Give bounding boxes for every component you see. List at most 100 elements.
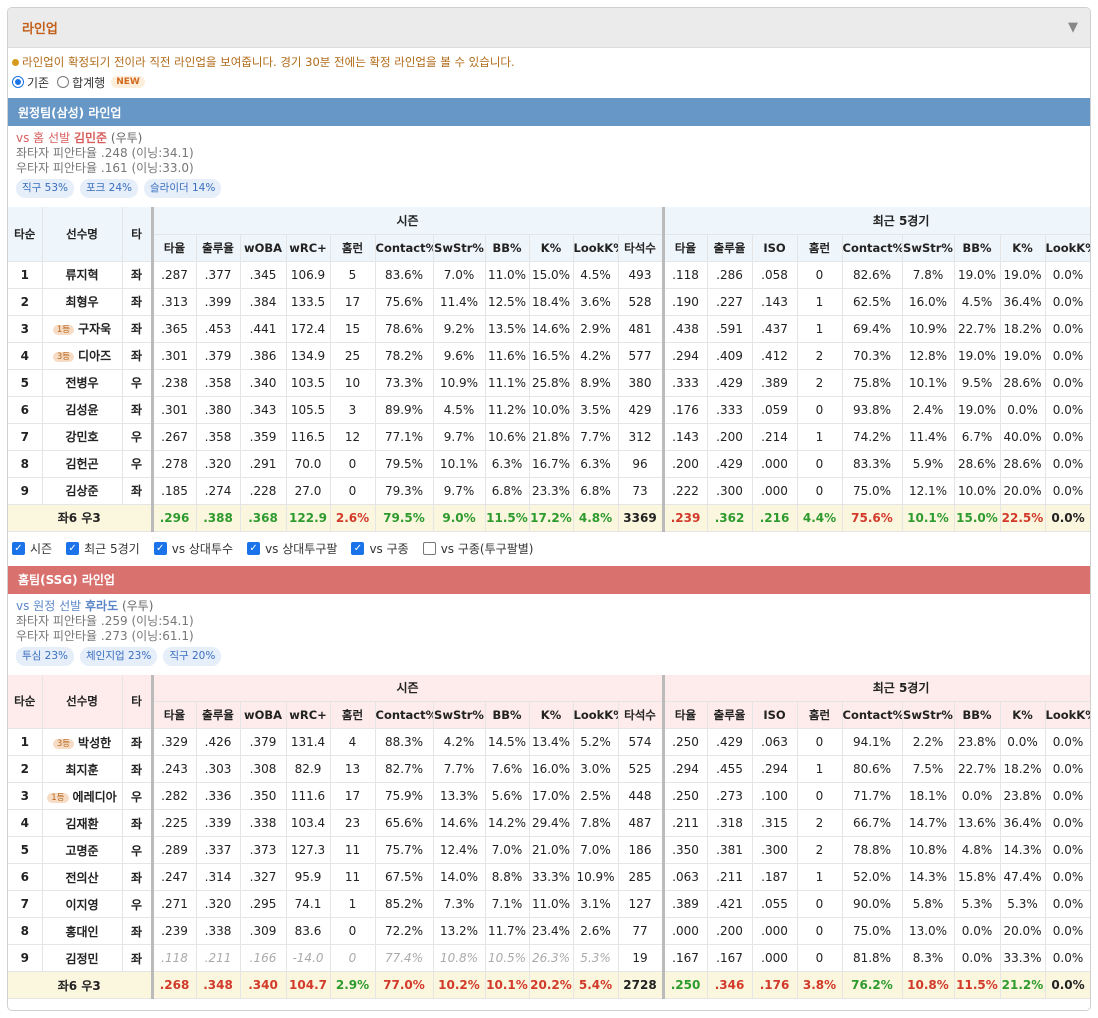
col-recent-stat[interactable]: 출루율 <box>707 701 753 729</box>
player-name[interactable]: 전병우 <box>65 376 98 390</box>
col-season-stat[interactable]: 출루율 <box>196 701 241 729</box>
player-name[interactable]: 김재환 <box>65 817 98 831</box>
player-name-cell[interactable]: 김헌곤 <box>42 450 123 478</box>
player-name[interactable]: 에레디아 <box>73 790 117 804</box>
player-name[interactable]: 김성윤 <box>65 403 98 417</box>
filter-checkbox[interactable]: ✓ vs 상대투수 <box>153 540 233 557</box>
opp-pitcher-name[interactable]: 김민준 <box>74 131 107 145</box>
checkbox-checked-icon[interactable]: ✓ <box>66 542 80 555</box>
col-recent-stat[interactable]: BB% <box>954 234 1001 262</box>
player-name[interactable]: 김헌곤 <box>65 457 98 471</box>
col-recent-stat[interactable]: ISO <box>752 701 798 729</box>
col-recent-stat[interactable]: 홈런 <box>797 701 843 729</box>
player-name[interactable]: 고명준 <box>65 844 98 858</box>
radio-sum-icon[interactable] <box>57 76 70 88</box>
player-name[interactable]: 홍대인 <box>65 925 98 939</box>
col-recent-stat[interactable]: BB% <box>954 701 1001 729</box>
table-row: 1 류지혁 좌 .287.377.345 106.9 5 83.6% 7.0% 11.0% 15.… <box>8 261 1090 289</box>
col-recent-stat[interactable]: K% <box>1000 701 1046 729</box>
player-name-cell[interactable]: 1등 구자욱 <box>42 315 123 343</box>
col-recent-stat[interactable]: Contact% <box>842 701 903 729</box>
player-name-cell[interactable]: 김상준 <box>42 477 123 505</box>
col-season-stat[interactable]: BB% <box>485 701 530 729</box>
player-name-cell[interactable]: 김정민 <box>42 944 123 972</box>
opp-prefix: vs 홈 선발 <box>16 131 71 145</box>
player-name-cell[interactable]: 3등 박성한 <box>42 728 123 756</box>
lineup-header[interactable]: 라인업 ▼ <box>8 8 1090 48</box>
col-recent-stat[interactable]: K% <box>1000 234 1046 262</box>
filter-checkbox[interactable]: ✓ 최근 5경기 <box>66 540 140 557</box>
player-name[interactable]: 김상준 <box>65 484 98 498</box>
filter-checkbox[interactable]: ✓ vs 상대투구팔 <box>247 540 337 557</box>
col-recent-stat[interactable]: 홈런 <box>797 234 843 262</box>
filter-checkbox[interactable]: vs 구종(투구팔별) <box>422 540 533 557</box>
col-season-stat[interactable]: wRC+ <box>286 234 331 262</box>
recent-stat-cell: .318 <box>707 809 753 837</box>
col-season-stat[interactable]: 타석수 <box>618 234 665 262</box>
filter-checkbox[interactable]: ✓ vs 구종 <box>351 540 409 557</box>
col-recent-stat[interactable]: 타율 <box>663 234 708 262</box>
player-name-cell[interactable]: 1등 에레디아 <box>42 782 123 810</box>
player-name[interactable]: 구자욱 <box>78 322 111 336</box>
player-name-cell[interactable]: 강민호 <box>42 423 123 451</box>
player-name-cell[interactable]: 최지훈 <box>42 755 123 783</box>
player-name-cell[interactable]: 김재환 <box>42 809 123 837</box>
checkbox-checked-icon[interactable]: ✓ <box>153 542 167 555</box>
col-recent-stat[interactable]: 타율 <box>663 701 708 729</box>
player-name[interactable]: 류지혁 <box>65 268 98 282</box>
col-season-stat[interactable]: 타율 <box>152 234 197 262</box>
vs-right-avg: 우타자 피안타율 .273 (이닝:61.1) <box>16 628 194 643</box>
col-season-stat[interactable]: LookK% <box>573 234 619 262</box>
player-name[interactable]: 디아즈 <box>78 349 111 363</box>
radio-default-icon[interactable] <box>12 76 24 88</box>
player-name[interactable]: 강민호 <box>65 430 98 444</box>
radio-default[interactable]: 기존 <box>12 74 49 91</box>
col-season-stat[interactable]: Contact% <box>375 234 434 262</box>
player-name-cell[interactable]: 전의산 <box>42 863 123 891</box>
opp-pitcher-name[interactable]: 후라도 <box>85 599 118 613</box>
player-name-cell[interactable]: 최형우 <box>42 288 123 316</box>
col-recent-stat[interactable]: LookK% <box>1045 701 1090 729</box>
checkbox-checked-icon[interactable]: ✓ <box>351 542 365 555</box>
player-name-cell[interactable]: 전병우 <box>42 369 123 397</box>
player-name-cell[interactable]: 고명준 <box>42 836 123 864</box>
checkbox-checked-icon[interactable]: ✓ <box>12 542 25 555</box>
triangle-down-icon[interactable]: ▼ <box>1068 20 1078 35</box>
player-name-cell[interactable]: 김성윤 <box>42 396 123 424</box>
col-season-stat[interactable]: 타석수 <box>618 701 665 729</box>
player-name[interactable]: 전의산 <box>65 871 98 885</box>
player-name-cell[interactable]: 이지영 <box>42 890 123 918</box>
col-season-stat[interactable]: K% <box>529 701 574 729</box>
col-recent-stat[interactable]: SwStr% <box>902 701 955 729</box>
checkbox-empty-icon[interactable] <box>422 542 436 555</box>
player-name[interactable]: 이지영 <box>65 898 98 912</box>
col-season-stat[interactable]: wRC+ <box>286 701 331 729</box>
col-season-stat[interactable]: SwStr% <box>433 234 486 262</box>
col-season-stat[interactable]: 출루율 <box>196 234 241 262</box>
player-name[interactable]: 최지훈 <box>65 763 98 777</box>
col-season-stat[interactable]: 타율 <box>152 701 197 729</box>
player-name[interactable]: 박성한 <box>78 736 111 750</box>
col-season-stat[interactable]: Contact% <box>375 701 434 729</box>
player-name-cell[interactable]: 홍대인 <box>42 917 123 945</box>
col-season-stat[interactable]: SwStr% <box>433 701 486 729</box>
player-name-cell[interactable]: 류지혁 <box>42 261 123 289</box>
col-season-stat[interactable]: BB% <box>485 234 530 262</box>
col-season-stat[interactable]: wOBA <box>240 234 287 262</box>
col-season-stat[interactable]: 홈런 <box>330 701 376 729</box>
col-season-stat[interactable]: 홈런 <box>330 234 376 262</box>
col-recent-stat[interactable]: ISO <box>752 234 798 262</box>
radio-sum[interactable]: 합계행 <box>57 74 105 91</box>
col-recent-stat[interactable]: SwStr% <box>902 234 955 262</box>
col-season-stat[interactable]: LookK% <box>573 701 619 729</box>
player-name[interactable]: 김정민 <box>65 952 98 966</box>
checkbox-checked-icon[interactable]: ✓ <box>247 542 261 555</box>
col-season-stat[interactable]: K% <box>529 234 574 262</box>
player-name[interactable]: 최형우 <box>65 295 98 309</box>
col-recent-stat[interactable]: 출루율 <box>707 234 753 262</box>
col-recent-stat[interactable]: LookK% <box>1045 234 1090 262</box>
filter-checkbox[interactable]: ✓ 시즌 <box>12 540 52 557</box>
col-season-stat[interactable]: wOBA <box>240 701 287 729</box>
col-recent-stat[interactable]: Contact% <box>842 234 903 262</box>
player-name-cell[interactable]: 3등 디아즈 <box>42 342 123 370</box>
